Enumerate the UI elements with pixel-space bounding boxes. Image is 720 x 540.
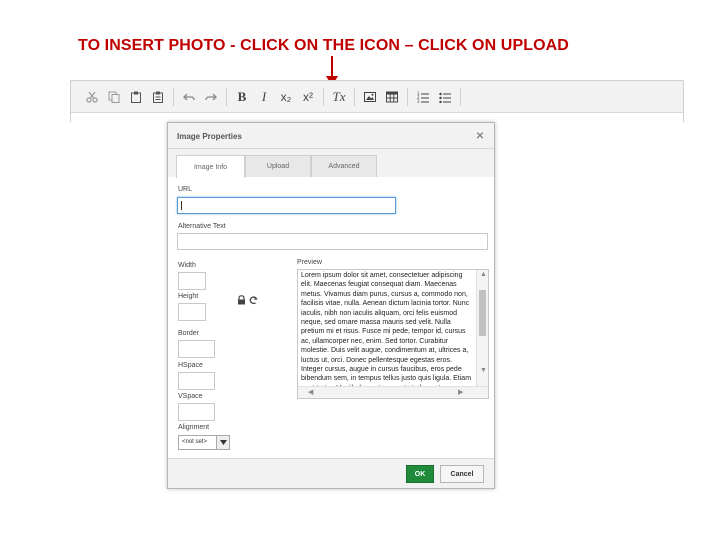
copy-icon[interactable] bbox=[103, 86, 125, 108]
lock-icon[interactable] bbox=[237, 295, 246, 305]
toolbar-separator bbox=[226, 87, 227, 106]
url-label: URL bbox=[178, 186, 193, 193]
chevron-down-icon bbox=[216, 436, 229, 449]
svg-text:3: 3 bbox=[417, 99, 420, 103]
height-label: Height bbox=[178, 293, 199, 300]
vspace-label: VSpace bbox=[178, 393, 203, 400]
bulleted-list-icon[interactable] bbox=[434, 86, 456, 108]
horizontal-scrollbar[interactable]: ◀ ▶ bbox=[298, 386, 488, 398]
dialog-title: Image Properties bbox=[177, 132, 242, 141]
undo-icon[interactable] bbox=[178, 86, 200, 108]
preview-label: Preview bbox=[297, 259, 322, 266]
alt-text-label: Alternative Text bbox=[178, 223, 226, 230]
cancel-button[interactable]: Cancel bbox=[440, 465, 484, 483]
width-input[interactable] bbox=[178, 272, 206, 290]
url-input[interactable] bbox=[177, 197, 396, 214]
image-icon[interactable] bbox=[359, 86, 381, 108]
scroll-up-icon[interactable]: ▲ bbox=[480, 271, 487, 278]
vspace-input[interactable] bbox=[178, 403, 215, 421]
height-input[interactable] bbox=[178, 303, 206, 321]
border-label: Border bbox=[178, 330, 200, 337]
subscript-icon[interactable]: x₂ bbox=[275, 86, 297, 108]
preview-pane[interactable]: Lorem ipsum dolor sit amet, consectetuer… bbox=[297, 269, 489, 399]
hspace-input[interactable] bbox=[178, 372, 215, 390]
close-icon[interactable]: × bbox=[476, 128, 484, 142]
preview-text: Lorem ipsum dolor sit amet, consectetuer… bbox=[301, 272, 472, 387]
scroll-down-icon[interactable]: ▼ bbox=[480, 367, 487, 374]
alignment-select[interactable]: <not set> bbox=[178, 435, 230, 450]
toolbar-separator bbox=[323, 87, 324, 106]
image-properties-dialog: Image Properties × Image Info Upload Adv… bbox=[167, 122, 495, 489]
vertical-scrollbar[interactable]: ▲ ▼ bbox=[476, 270, 488, 387]
bold-icon[interactable]: B bbox=[231, 86, 253, 108]
tab-upload[interactable]: Upload bbox=[245, 155, 311, 177]
toolbar-separator bbox=[354, 87, 355, 106]
hspace-label: HSpace bbox=[178, 362, 203, 369]
alignment-value: <not set> bbox=[182, 439, 208, 445]
tab-image-info[interactable]: Image Info bbox=[176, 155, 245, 178]
alt-text-input[interactable] bbox=[177, 233, 488, 250]
scrollbar-thumb[interactable] bbox=[479, 290, 486, 336]
redo-icon[interactable] bbox=[200, 86, 222, 108]
superscript-icon[interactable]: x² bbox=[297, 86, 319, 108]
editor-toolbar: B I x₂ x² Tx 123 bbox=[71, 81, 683, 113]
scroll-left-icon[interactable]: ◀ bbox=[308, 388, 313, 396]
reset-size-icon[interactable] bbox=[249, 295, 258, 305]
dialog-tabs: Image Info Upload Advanced bbox=[168, 149, 494, 178]
remove-format-icon[interactable]: Tx bbox=[328, 86, 350, 108]
toolbar-separator bbox=[407, 87, 408, 106]
numbered-list-icon[interactable]: 123 bbox=[412, 86, 434, 108]
slide-title: TO INSERT PHOTO - CLICK ON THE ICON – CL… bbox=[78, 37, 569, 54]
toolbar-separator bbox=[173, 87, 174, 106]
alignment-label: Alignment bbox=[178, 424, 210, 431]
italic-icon[interactable]: I bbox=[253, 86, 275, 108]
border-input[interactable] bbox=[178, 340, 215, 358]
width-label: Width bbox=[178, 262, 196, 269]
dialog-footer: OK Cancel bbox=[168, 458, 494, 488]
ok-button[interactable]: OK bbox=[406, 465, 434, 483]
toolbar-separator bbox=[460, 87, 461, 106]
table-icon[interactable] bbox=[381, 86, 403, 108]
scroll-right-icon[interactable]: ▶ bbox=[458, 388, 463, 396]
dialog-header: Image Properties × bbox=[168, 123, 494, 149]
paste-icon[interactable] bbox=[125, 86, 147, 108]
paste-text-icon[interactable] bbox=[147, 86, 169, 108]
dialog-body: URL Alternative Text Width Height Border… bbox=[168, 177, 494, 460]
text-caret bbox=[181, 201, 182, 210]
tab-advanced[interactable]: Advanced bbox=[311, 155, 377, 177]
cut-icon[interactable] bbox=[81, 86, 103, 108]
